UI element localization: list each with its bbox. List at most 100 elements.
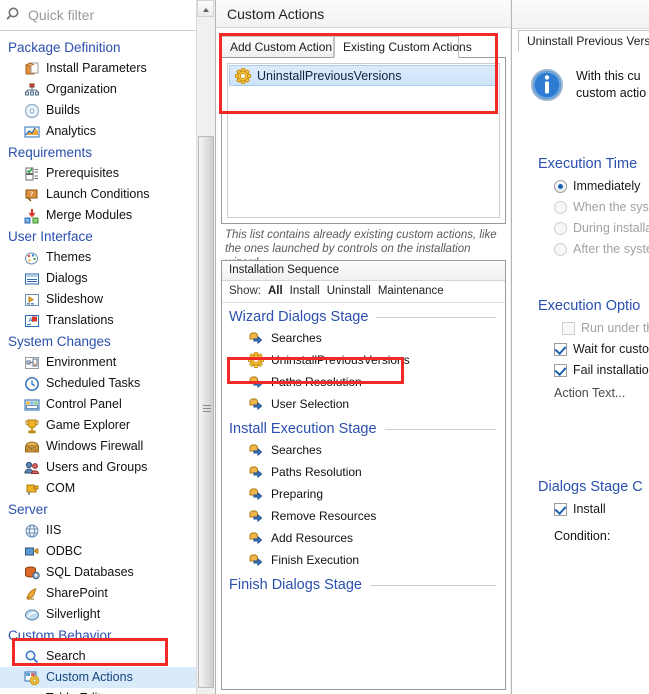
checkbox-run-under-local-system[interactable]: Run under the L (562, 321, 649, 335)
sequence-stage-title: Install Execution Stage (229, 421, 377, 437)
sidebar-item-table-editor[interactable]: Table Editor (0, 688, 196, 694)
custom-action-properties-panel: Uninstall Previous Versions With this cu… (511, 0, 649, 694)
filter-uninstall[interactable]: Uninstall (327, 285, 371, 297)
sidebar-item-analytics[interactable]: Analytics (0, 121, 196, 142)
sidebar-item-game-explorer[interactable]: Game Explorer (0, 415, 196, 436)
sidebar-item-environment[interactable]: Environment (0, 352, 196, 373)
radio-during-installation[interactable]: During installatio (554, 221, 649, 235)
sequence-item-remove-resources[interactable]: Remove Resources (222, 505, 505, 527)
sidebar-item-odbc[interactable]: ODBC (0, 541, 196, 562)
sidebar-item-com[interactable]: COM (0, 478, 196, 499)
sequence-item-add-resources[interactable]: Add Resources (222, 527, 505, 549)
users-icon (24, 460, 40, 476)
sidebar-group-custom-behavior: Custom Behavior (8, 628, 112, 643)
sidebar-item-translations[interactable]: A Translations (0, 310, 196, 331)
tab-existing-custom-actions[interactable]: Existing Custom Actions (334, 36, 472, 58)
sidebar-item-label: Organization (46, 82, 117, 96)
magnifier-icon (24, 649, 40, 665)
dialogs-stage-heading: Dialogs Stage C (538, 479, 643, 495)
sequence-item-searches[interactable]: Searches (222, 439, 505, 461)
show-label: Show: (229, 285, 261, 297)
chart-icon (24, 124, 40, 140)
sidebar-item-label: Environment (46, 355, 117, 369)
svg-text:?: ? (30, 190, 34, 198)
sequence-item-searches[interactable]: Searches (222, 327, 505, 349)
sidebar-group-system-changes: System Changes (8, 334, 111, 349)
sidebar-item-windows-firewall[interactable]: Windows Firewall (0, 436, 196, 457)
sidebar-item-sharepoint[interactable]: SharePoint (0, 583, 196, 604)
sidebar-item-label: Slideshow (46, 292, 103, 306)
sidebar-item-control-panel[interactable]: Control Panel (0, 394, 196, 415)
radio-immediately[interactable]: Immediately (554, 179, 649, 193)
info-icon (530, 68, 564, 105)
sidebar-item-users-and-groups[interactable]: Users and Groups (0, 457, 196, 478)
stage-divider (384, 428, 496, 430)
package-icon (24, 61, 40, 77)
sidebar-item-launch-conditions[interactable]: ? Launch Conditions (0, 184, 196, 205)
sidebar-item-install-parameters[interactable]: Install Parameters (0, 58, 196, 79)
com-icon (24, 481, 40, 497)
checkbox-install[interactable]: Install (554, 502, 643, 516)
tab-uninstall-previous-versions[interactable]: Uninstall Previous Versions (518, 30, 649, 52)
sidebar-item-custom-actions[interactable]: Custom Actions (0, 667, 196, 688)
sequence-item-label: Add Resources (271, 531, 354, 545)
action-text-link[interactable]: Action Text... (554, 386, 649, 400)
sequence-item-label: Finish Execution (271, 553, 360, 567)
sidebar-item-builds[interactable]: Builds (0, 100, 196, 121)
sequence-item-paths-resolution[interactable]: Paths Resolution (222, 461, 505, 483)
tab-label: Add Custom Action (230, 40, 333, 54)
sequence-item-label: Paths Resolution (271, 465, 362, 479)
condition-label: Condition: (554, 529, 611, 543)
sharepoint-icon (24, 586, 40, 602)
sidebar-item-search[interactable]: Search (0, 646, 196, 667)
gear-icon (248, 352, 264, 368)
filter-all[interactable]: All (268, 285, 283, 297)
sequence-item-preparing[interactable]: Preparing (222, 483, 505, 505)
sidebar-scrollbar[interactable] (196, 0, 214, 694)
sidebar-item-slideshow[interactable]: Slideshow (0, 289, 196, 310)
sidebar-item-scheduled-tasks[interactable]: Scheduled Tasks (0, 373, 196, 394)
sidebar-group-server: Server (8, 502, 48, 517)
sidebar-item-sql-databases[interactable]: SQL Databases (0, 562, 196, 583)
sequence-item-paths-resolution[interactable]: Paths Resolution (222, 371, 505, 393)
checkbox-wait-for-custom-action[interactable]: Wait for custom (554, 342, 649, 356)
sidebar-item-label: Silverlight (46, 607, 101, 621)
radio-label: During installatio (573, 221, 649, 235)
sequence-item-label: Preparing (271, 487, 324, 501)
navigation-scroll-area[interactable]: Services Package Definition Install Param… (0, 31, 196, 694)
sequence-item-user-selection[interactable]: User Selection (222, 393, 505, 415)
scrollbar-thumb[interactable] (198, 136, 214, 688)
stage-divider (370, 584, 496, 586)
action-arrow-icon (248, 396, 264, 412)
sequence-item-uninstallpreviousversions[interactable]: UninstallPreviousVersions (222, 349, 505, 371)
sidebar-item-label: Table Editor (46, 688, 112, 694)
radio-when-system[interactable]: When the syste (554, 200, 649, 214)
services-icon (24, 31, 40, 35)
table-icon (24, 691, 40, 694)
sidebar-item-label: Services (46, 31, 94, 37)
navigation-sidebar: Quick filter Services Package Definition… (0, 0, 214, 694)
checkbox-fail-installation[interactable]: Fail installation i (554, 363, 649, 377)
custom-actions-listbox[interactable]: UninstallPreviousVersions (227, 63, 500, 218)
sequence-item-finish-execution[interactable]: Finish Execution (222, 549, 505, 571)
radio-after-system[interactable]: After the systen (554, 242, 649, 256)
scroll-up-arrow-icon[interactable] (197, 0, 214, 17)
sidebar-item-silverlight[interactable]: Silverlight (0, 604, 196, 625)
sidebar-item-organization[interactable]: Organization (0, 79, 196, 100)
filter-maintenance[interactable]: Maintenance (378, 285, 444, 297)
list-item[interactable]: UninstallPreviousVersions (229, 65, 498, 86)
tab-add-custom-action[interactable]: Add Custom Action (221, 36, 334, 58)
sequence-item-label: Searches (271, 331, 322, 345)
sidebar-item-themes[interactable]: Themes (0, 247, 196, 268)
execution-time-section: Execution Time Immediately When the syst… (538, 156, 649, 256)
sidebar-item-merge-modules[interactable]: Merge Modules (0, 205, 196, 226)
quick-filter-box[interactable]: Quick filter (0, 0, 196, 31)
sidebar-item-label: Builds (46, 103, 81, 117)
sidebar-item-dialogs[interactable]: Dialogs (0, 268, 196, 289)
filter-install[interactable]: Install (290, 285, 320, 297)
firewall-icon (24, 439, 40, 455)
sidebar-item-prerequisites[interactable]: Prerequisites (0, 163, 196, 184)
sidebar-item-iis[interactable]: IIS (0, 520, 196, 541)
radio-icon (554, 242, 567, 256)
checklist-icon (24, 166, 40, 182)
